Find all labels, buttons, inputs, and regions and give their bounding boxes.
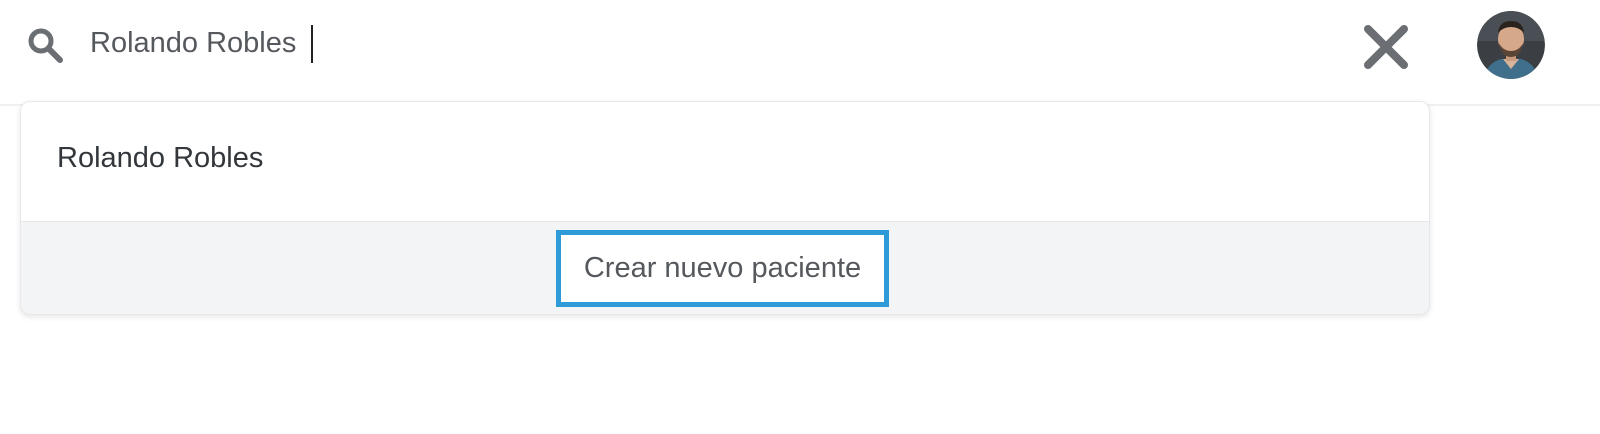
dropdown-footer: Crear nuevo paciente: [21, 222, 1429, 314]
search-result-label: Rolando Robles: [57, 142, 264, 174]
create-new-patient-button[interactable]: Crear nuevo paciente: [556, 230, 889, 307]
search-icon: [28, 28, 63, 63]
user-avatar-icon: [1477, 11, 1545, 79]
avatar[interactable]: [1477, 11, 1545, 79]
close-icon: [1364, 25, 1408, 69]
search-result-item[interactable]: Rolando Robles: [21, 102, 1429, 222]
search-input[interactable]: [90, 20, 1330, 66]
search-header: [0, 0, 1600, 106]
clear-search-button[interactable]: [1360, 22, 1412, 72]
search-results-dropdown: Rolando Robles Crear nuevo paciente: [20, 101, 1430, 315]
text-caret: [311, 25, 313, 63]
